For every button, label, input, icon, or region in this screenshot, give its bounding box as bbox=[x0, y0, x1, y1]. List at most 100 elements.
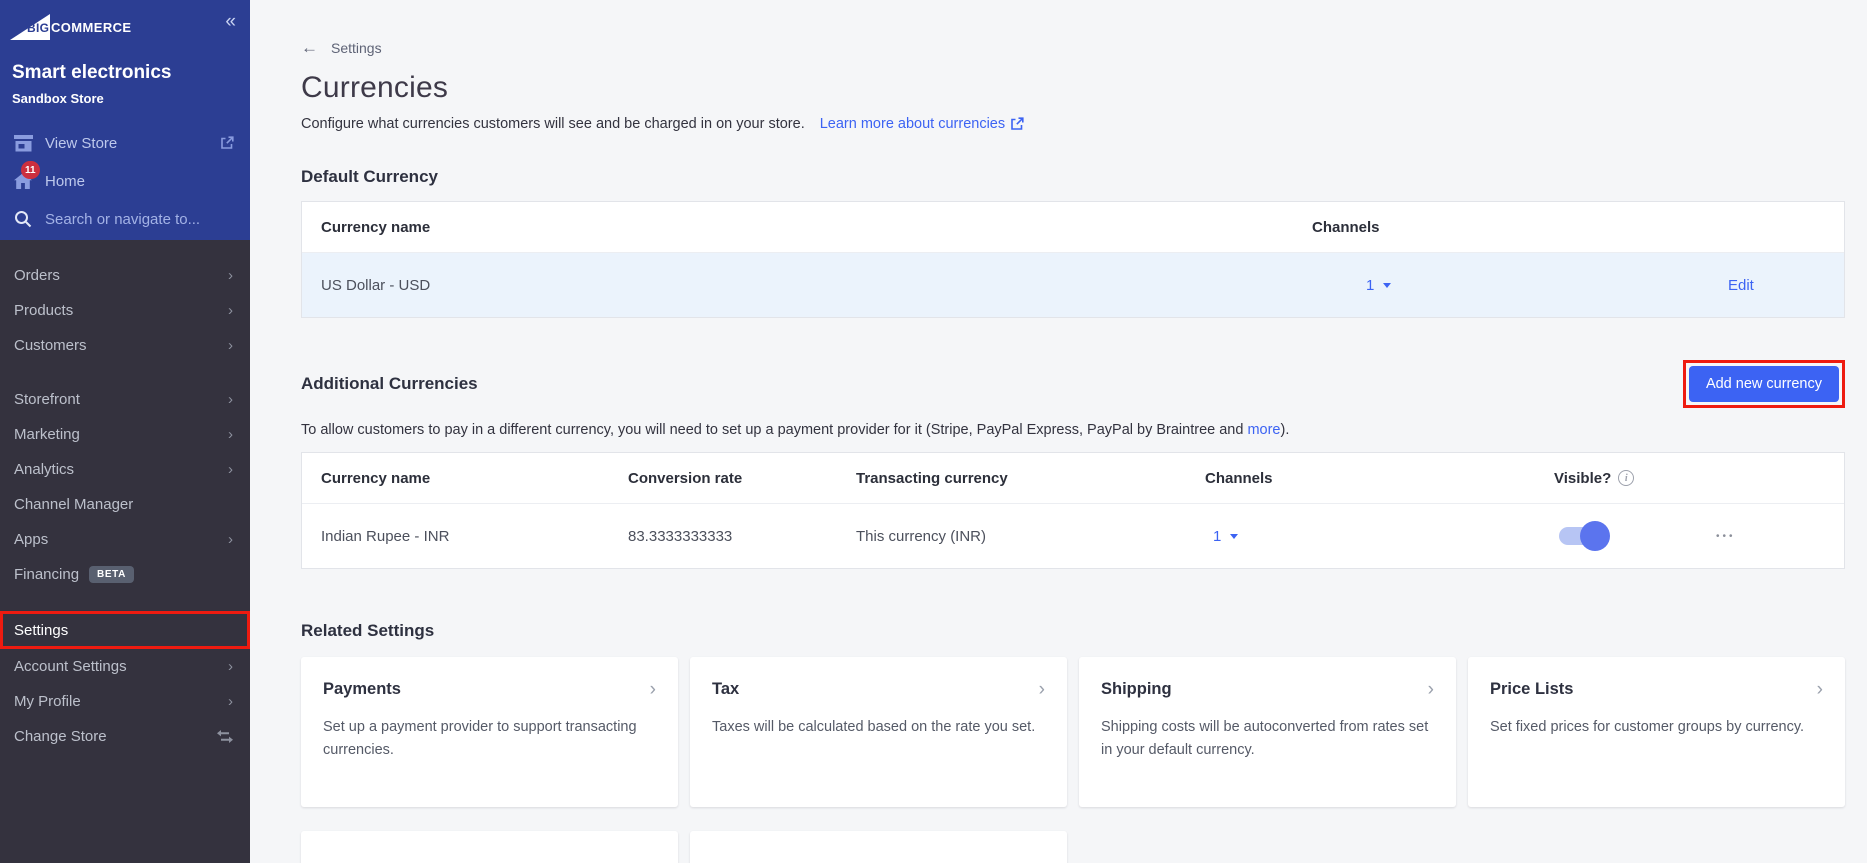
logo-text-commerce: COMMERCE bbox=[51, 20, 132, 35]
column-visible: Visible? bbox=[1554, 469, 1612, 487]
chevron-right-icon: › bbox=[1427, 679, 1434, 700]
nav-label: Channel Manager bbox=[14, 496, 134, 513]
table-row: US Dollar - USD 1 Edit bbox=[302, 253, 1844, 317]
chevron-right-icon: › bbox=[228, 693, 233, 710]
notification-badge: 11 bbox=[21, 161, 40, 179]
info-icon[interactable]: i bbox=[1618, 470, 1635, 486]
channels-dropdown[interactable]: 1 bbox=[1205, 528, 1554, 545]
back-arrow-icon[interactable]: ← bbox=[301, 39, 318, 56]
intro-text-end: ). bbox=[1280, 422, 1290, 438]
breadcrumb-settings-link[interactable]: Settings bbox=[331, 40, 382, 56]
chevron-right-icon: › bbox=[649, 679, 656, 700]
card-payments[interactable]: Payments › Set up a payment provider to … bbox=[301, 657, 678, 807]
default-currency-heading: Default Currency bbox=[301, 167, 438, 186]
column-channels: Channels bbox=[1312, 218, 1380, 236]
table-row: Indian Rupee - INR 83.3333333333 This cu… bbox=[302, 504, 1844, 568]
page-subtitle: Configure what currencies customers will… bbox=[301, 116, 805, 132]
storefront-icon bbox=[12, 134, 34, 152]
chevron-right-icon: › bbox=[1816, 679, 1823, 700]
nav-label: Orders bbox=[14, 267, 60, 284]
sidebar-item-customers[interactable]: Customers › bbox=[0, 328, 250, 363]
card-partial[interactable] bbox=[301, 831, 678, 863]
additional-currencies-intro: To allow customers to pay in a different… bbox=[301, 422, 1845, 438]
chevron-right-icon: › bbox=[228, 461, 233, 478]
sidebar-item-change-store[interactable]: Change Store bbox=[0, 719, 250, 754]
channels-dropdown[interactable]: 1 bbox=[1312, 277, 1662, 294]
sidebar-top-section: BIG COMMERCE « Smart electronics Sandbox… bbox=[0, 0, 250, 240]
toggle-knob bbox=[1580, 521, 1610, 551]
card-description: Set fixed prices for customer groups by … bbox=[1490, 719, 1805, 735]
sidebar-collapse-icon[interactable]: « bbox=[225, 12, 236, 32]
sidebar-item-financing[interactable]: Financing BETA bbox=[0, 557, 250, 592]
row-actions-menu[interactable]: ••• bbox=[1714, 531, 1844, 542]
view-store-link[interactable]: View Store bbox=[0, 124, 250, 162]
table-header-row: Currency name Conversion rate Transactin… bbox=[302, 453, 1844, 504]
breadcrumb: ← Settings bbox=[301, 39, 1845, 56]
home-link[interactable]: 11 Home bbox=[0, 161, 250, 200]
sidebar-item-my-profile[interactable]: My Profile › bbox=[0, 684, 250, 719]
additional-currencies-heading: Additional Currencies bbox=[301, 374, 478, 393]
related-settings-heading: Related Settings bbox=[301, 621, 435, 640]
nav-label: Account Settings bbox=[14, 658, 127, 675]
transacting-currency-cell: This currency (INR) bbox=[856, 527, 987, 545]
external-link-icon bbox=[220, 136, 234, 150]
chevron-right-icon: › bbox=[228, 302, 233, 319]
switch-store-icon bbox=[217, 730, 233, 743]
store-name: Smart electronics bbox=[12, 62, 172, 83]
card-partial[interactable] bbox=[690, 831, 1067, 863]
chevron-right-icon: › bbox=[228, 426, 233, 443]
sidebar-item-account-settings[interactable]: Account Settings › bbox=[0, 649, 250, 684]
sidebar-item-marketing[interactable]: Marketing › bbox=[0, 417, 250, 452]
card-price-lists[interactable]: Price Lists › Set fixed prices for custo… bbox=[1468, 657, 1845, 807]
sidebar-item-analytics[interactable]: Analytics › bbox=[0, 452, 250, 487]
column-channels: Channels bbox=[1205, 469, 1273, 487]
sidebar-item-storefront[interactable]: Storefront › bbox=[0, 382, 250, 417]
chevron-right-icon: › bbox=[228, 531, 233, 548]
sidebar-item-products[interactable]: Products › bbox=[0, 293, 250, 328]
sidebar-item-orders[interactable]: Orders › bbox=[0, 258, 250, 293]
table-header-row: Currency name Channels bbox=[302, 202, 1844, 253]
column-currency-name: Currency name bbox=[321, 469, 431, 487]
card-description: Taxes will be calculated based on the ra… bbox=[712, 719, 1036, 735]
chevron-right-icon: › bbox=[1038, 679, 1045, 700]
channels-count: 1 bbox=[1213, 527, 1222, 545]
edit-link[interactable]: Edit bbox=[1728, 277, 1754, 294]
column-conversion-rate: Conversion rate bbox=[628, 469, 743, 487]
beta-badge: BETA bbox=[89, 566, 134, 583]
search-icon bbox=[12, 210, 34, 228]
card-title: Tax bbox=[712, 680, 740, 698]
chevron-right-icon: › bbox=[228, 267, 233, 284]
currency-name-cell: US Dollar - USD bbox=[321, 276, 431, 294]
card-tax[interactable]: Tax › Taxes will be calculated based on … bbox=[690, 657, 1067, 807]
external-link-icon bbox=[1011, 117, 1024, 130]
card-description: Shipping costs will be autoconverted fro… bbox=[1101, 719, 1429, 759]
nav-label: Settings bbox=[14, 621, 69, 639]
chevron-right-icon: › bbox=[228, 337, 233, 354]
nav-label: Marketing bbox=[14, 426, 80, 443]
sidebar-nav: Orders › Products › Customers › Storefro… bbox=[0, 240, 250, 754]
sidebar-item-apps[interactable]: Apps › bbox=[0, 522, 250, 557]
nav-label: Financing bbox=[14, 566, 80, 583]
add-new-currency-button[interactable]: Add new currency bbox=[1688, 366, 1839, 402]
search-input[interactable]: Search or navigate to... bbox=[0, 200, 250, 238]
currency-name-cell: Indian Rupee - INR bbox=[321, 527, 450, 545]
default-currency-table: Currency name Channels US Dollar - USD 1… bbox=[301, 201, 1845, 318]
card-shipping[interactable]: Shipping › Shipping costs will be autoco… bbox=[1079, 657, 1456, 807]
column-currency-name: Currency name bbox=[321, 218, 431, 236]
sidebar: BIG COMMERCE « Smart electronics Sandbox… bbox=[0, 0, 250, 863]
additional-currencies-table: Currency name Conversion rate Transactin… bbox=[301, 452, 1845, 569]
learn-more-link[interactable]: Learn more about currencies bbox=[820, 116, 1024, 132]
store-type-label: Sandbox Store bbox=[12, 91, 104, 106]
search-placeholder: Search or navigate to... bbox=[45, 210, 201, 228]
caret-down-icon bbox=[1230, 533, 1239, 539]
more-link[interactable]: more bbox=[1247, 422, 1280, 438]
sidebar-item-channel-manager[interactable]: Channel Manager bbox=[0, 487, 250, 522]
nav-label: Apps bbox=[14, 531, 49, 548]
sidebar-item-settings[interactable]: Settings bbox=[0, 611, 250, 649]
card-title: Shipping bbox=[1101, 680, 1172, 698]
nav-label: Change Store bbox=[14, 728, 107, 745]
visible-toggle-on[interactable] bbox=[1559, 521, 1610, 551]
home-icon: 11 bbox=[12, 161, 40, 189]
nav-label: My Profile bbox=[14, 693, 81, 710]
caret-down-icon bbox=[1383, 282, 1392, 288]
